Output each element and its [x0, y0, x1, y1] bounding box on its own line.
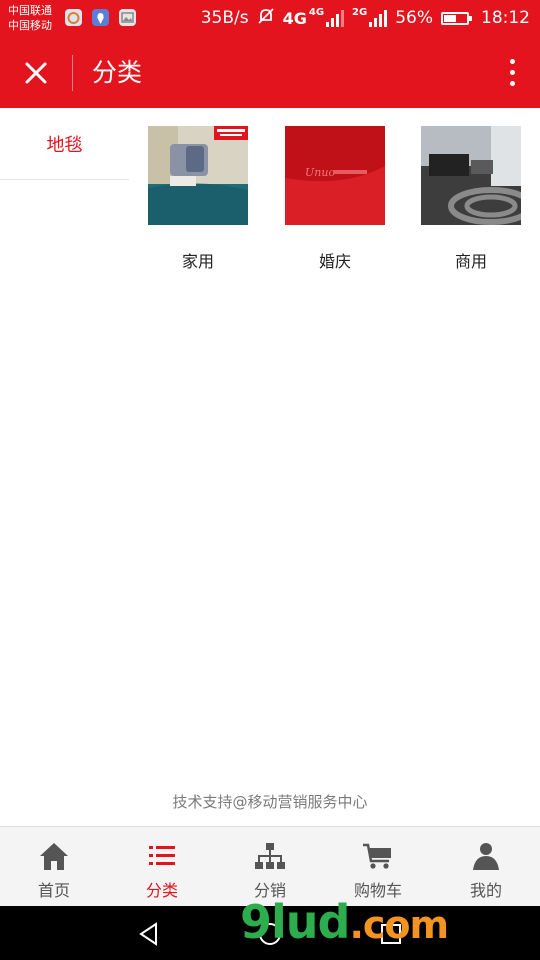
- more-dot: [509, 59, 515, 64]
- cellular-signal-1: 4G 4G: [282, 6, 345, 28]
- category-image-home: [148, 126, 248, 225]
- cellular-signal-2: 2G: [352, 6, 388, 27]
- category-label: 商用: [454, 252, 487, 271]
- category-card-home[interactable]: 家用: [148, 126, 248, 271]
- notification-app-icon: [65, 9, 82, 26]
- title-bar: 分类: [0, 38, 540, 108]
- cart-icon: [363, 843, 391, 869]
- category-image-commercial: [421, 126, 521, 225]
- battery-icon: [441, 11, 472, 25]
- network-speed: 35B/s: [200, 8, 249, 28]
- carrier-label-1: 中国联通: [8, 4, 52, 17]
- category-card-wedding[interactable]: Unuo 婚庆: [285, 126, 385, 271]
- network-type-4g-small: 4G: [308, 6, 325, 18]
- category-label: 家用: [181, 252, 214, 271]
- org-chart-icon: [255, 843, 285, 869]
- network-type-4g: 4G: [282, 8, 307, 28]
- user-icon: [473, 843, 499, 870]
- signal-bars-icon: [369, 9, 388, 27]
- nav-item-home[interactable]: 首页: [0, 827, 108, 906]
- carrier-info: 中国联通 中国移动: [8, 3, 52, 33]
- clock: 18:12: [481, 8, 530, 28]
- category-image-wedding: Unuo: [285, 126, 385, 225]
- back-triangle-icon: [139, 922, 157, 946]
- close-icon: [25, 62, 47, 84]
- tech-support-credit: 技术支持@移动营销服务中心: [172, 793, 368, 811]
- battery-percent: 56%: [395, 8, 433, 28]
- status-indicators: 35B/s 4G 4G 2G 56% 18:12: [201, 6, 530, 30]
- close-button[interactable]: [18, 55, 54, 91]
- nav-item-category[interactable]: 分类: [108, 827, 216, 906]
- page-title: 分类: [92, 58, 143, 87]
- signal-bars-icon: [326, 9, 345, 27]
- location-app-icon: [92, 9, 109, 26]
- gallery-app-icon: [119, 9, 136, 26]
- more-dot: [509, 70, 515, 75]
- status-bar: 中国联通 中国移动 35B/s 4G 4G 2G 56% 18:12: [0, 0, 540, 38]
- watermark-text-2: .com: [349, 903, 449, 947]
- list-icon: [149, 846, 175, 865]
- sidebar-item-label: 地毯: [46, 134, 83, 156]
- watermark-text-1: 9lud: [240, 895, 350, 949]
- carrier-label-2: 中国移动: [8, 19, 52, 32]
- home-icon: [40, 843, 68, 870]
- mute-icon: [257, 7, 275, 30]
- more-menu-button[interactable]: [506, 56, 518, 90]
- svg-text:Unuo: Unuo: [305, 166, 335, 179]
- category-label: 婚庆: [318, 252, 351, 271]
- network-type-2g: 2G: [352, 6, 368, 18]
- nav-item-profile[interactable]: 我的: [432, 827, 540, 906]
- back-button[interactable]: [136, 921, 162, 947]
- title-divider: [72, 55, 73, 91]
- watermark: 9lud.com: [240, 892, 449, 955]
- more-dot: [509, 81, 515, 86]
- sidebar-item-carpet[interactable]: 地毯: [0, 108, 129, 180]
- nav-label: 首页: [37, 881, 70, 900]
- nav-label: 分类: [145, 881, 178, 900]
- nav-label: 我的: [469, 881, 502, 900]
- category-card-commercial[interactable]: 商用: [421, 126, 521, 271]
